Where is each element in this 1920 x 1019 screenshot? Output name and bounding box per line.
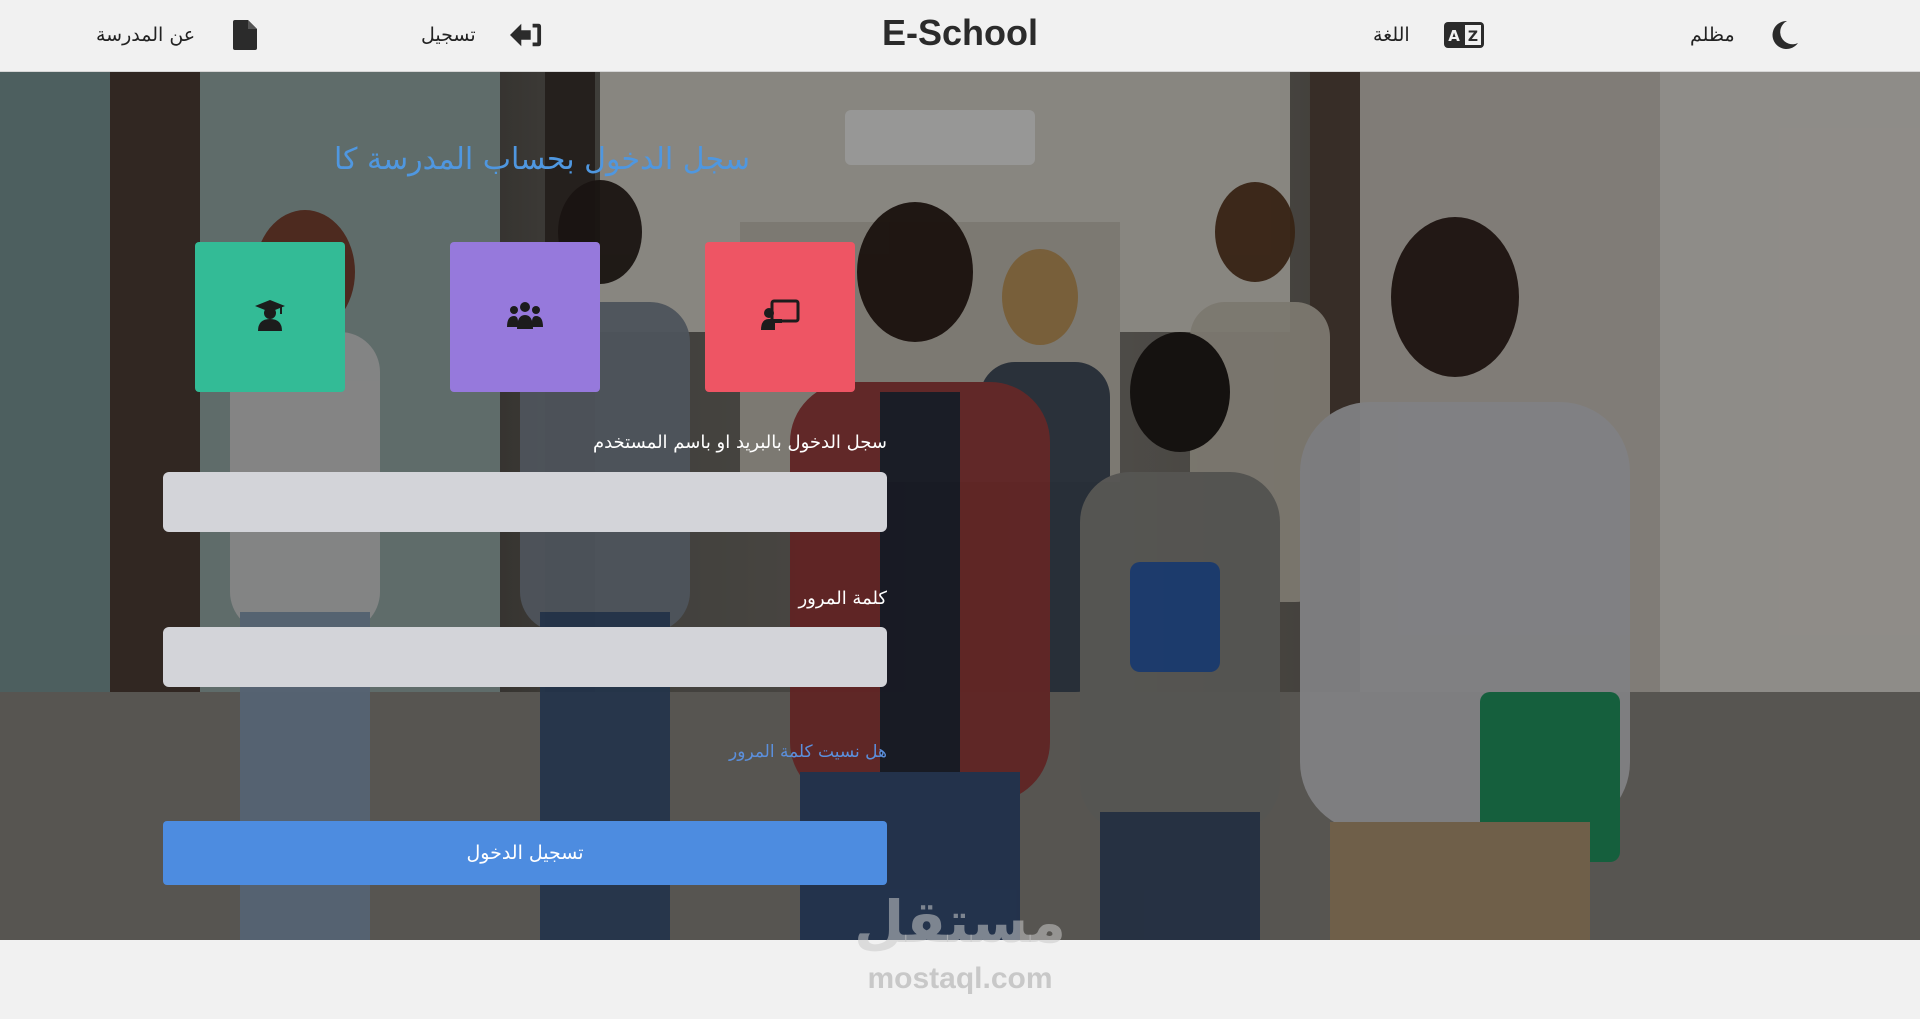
top-navbar: عن المدرسة تسجيل E-School اللغة AZ مظلم <box>0 0 1920 72</box>
login-submit-button[interactable]: تسجيل الدخول <box>163 821 887 885</box>
hero-section: سجل الدخول بحساب المدرسة كا سجل الدخول ب… <box>0 72 1920 940</box>
role-card-parent[interactable] <box>450 242 600 392</box>
svg-text:Z: Z <box>1468 29 1478 45</box>
username-label: سجل الدخول بالبريد او باسم المستخدم <box>592 432 887 453</box>
file-icon <box>229 19 261 51</box>
translate-icon: AZ <box>1443 19 1484 51</box>
sign-in-icon <box>509 19 542 51</box>
forgot-password-link[interactable]: هل نسيت كلمة المرور <box>163 742 887 762</box>
login-title: سجل الدخول بحساب المدرسة كا <box>334 142 750 177</box>
nav-register-label: تسجيل <box>421 24 476 46</box>
watermark-latin: mostaql.com <box>867 962 1053 995</box>
role-card-teacher[interactable] <box>705 242 855 392</box>
nav-about-label: عن المدرسة <box>96 24 196 46</box>
role-card-student[interactable] <box>195 242 345 392</box>
nav-language-label: اللغة <box>1373 24 1410 46</box>
users-group-icon <box>506 300 544 334</box>
nav-theme[interactable]: مظلم <box>1690 14 1801 56</box>
teacher-board-icon <box>760 299 800 335</box>
password-label: كلمة المرور <box>798 588 887 609</box>
nav-about[interactable]: عن المدرسة <box>96 14 261 56</box>
username-input[interactable] <box>163 472 887 532</box>
graduate-icon <box>253 298 287 336</box>
brand-title: E-School <box>881 12 1038 53</box>
nav-register[interactable]: تسجيل <box>421 14 542 56</box>
moon-icon <box>1769 19 1801 51</box>
password-input[interactable] <box>163 627 887 687</box>
nav-language[interactable]: اللغة AZ <box>1373 14 1484 56</box>
nav-theme-label: مظلم <box>1690 24 1735 46</box>
svg-text:A: A <box>1448 27 1460 45</box>
